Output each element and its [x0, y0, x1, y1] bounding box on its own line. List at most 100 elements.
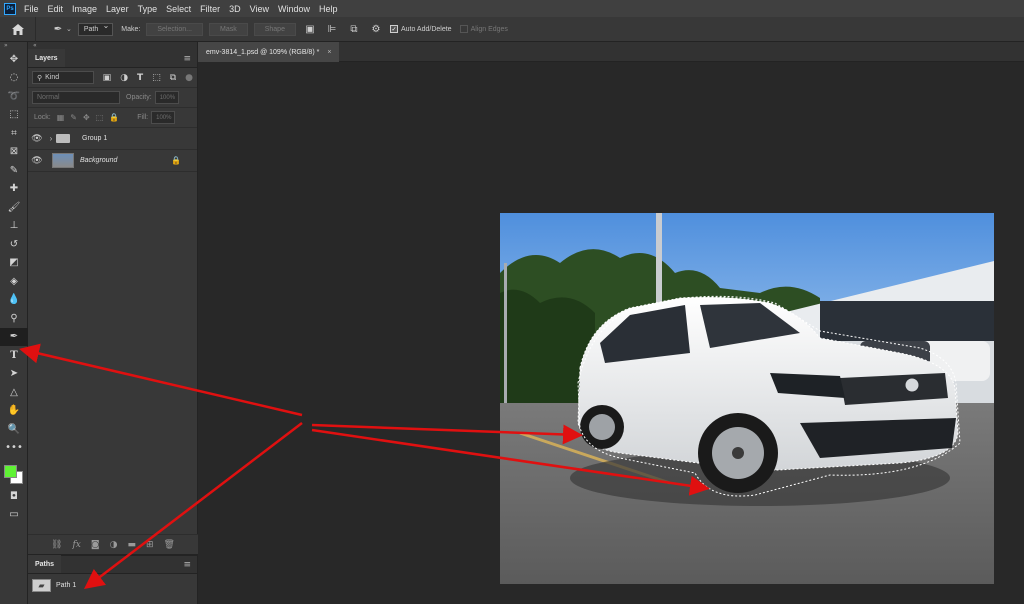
panel-menu-icon[interactable]: ≡ — [183, 54, 191, 64]
path-operations-icon[interactable]: ▣ — [302, 21, 318, 37]
clone-stamp-tool-icon[interactable]: ⊥ — [0, 217, 28, 236]
lock-transparent-icon[interactable]: ▦ — [57, 113, 65, 122]
path-arrangement-icon[interactable]: ⧉ — [346, 21, 362, 37]
gear-icon[interactable]: ⚙ — [368, 21, 384, 37]
make-selection-button[interactable]: Selection... — [146, 22, 203, 36]
layer-effects-icon[interactable]: fx — [72, 540, 80, 550]
visibility-eye-icon[interactable]: 👁 — [28, 155, 46, 166]
crop-tool-icon[interactable]: ⌗ — [0, 124, 28, 143]
object-selection-tool-icon[interactable]: ⬚ — [0, 106, 28, 125]
link-layers-icon[interactable]: ⛓ — [51, 540, 62, 550]
menu-file[interactable]: File — [24, 4, 39, 14]
make-label: Make: — [121, 25, 141, 33]
trash-icon[interactable]: 🗑 — [164, 540, 175, 550]
fill-input[interactable]: 100% — [151, 111, 176, 124]
kind-label: Kind — [45, 74, 60, 81]
healing-brush-tool-icon[interactable]: ✚ — [0, 180, 28, 199]
search-icon: ⚲ — [37, 74, 43, 82]
filter-pixel-icon[interactable]: ▣ — [103, 73, 112, 83]
menu-layer[interactable]: Layer — [106, 4, 129, 14]
blur-tool-icon[interactable]: 💧 — [0, 291, 28, 310]
filter-smart-object-icon[interactable]: ⧉ — [170, 73, 176, 83]
tab-layers[interactable]: Layers — [28, 49, 65, 67]
menu-help[interactable]: Help — [319, 4, 338, 14]
move-tool-icon[interactable]: ✥ — [0, 50, 28, 69]
lasso-tool-icon[interactable]: ➰ — [0, 87, 28, 106]
paths-panel: Paths ≡ ▰ Path 1 — [28, 554, 198, 604]
canvas-area[interactable] — [198, 62, 1024, 604]
marquee-tool-icon[interactable]: ◌ — [0, 69, 28, 88]
menu-view[interactable]: View — [250, 4, 269, 14]
lock-image-icon[interactable]: ✎ — [70, 113, 77, 122]
history-brush-tool-icon[interactable]: ↺ — [0, 235, 28, 254]
layers-panel: « Layers ≡ ⚲ Kind ▣ ◑ T ⬚ ⧉ ● Normal Opa… — [28, 42, 198, 554]
document-tab-title: emv-3814_1.psd @ 109% (RGB/8) * — [206, 48, 320, 56]
pen-tool-icon[interactable]: ✒ — [0, 327, 28, 346]
document-image[interactable] — [500, 213, 994, 584]
brush-tool-icon[interactable]: 🖌 — [0, 198, 28, 217]
make-shape-button[interactable]: Shape — [253, 22, 296, 36]
pen-mode-select[interactable]: Path — [77, 21, 114, 36]
lock-position-icon[interactable]: ✥ — [83, 113, 90, 122]
menu-window[interactable]: Window — [278, 4, 310, 14]
layer-name: Group 1 — [82, 135, 108, 142]
type-tool-icon[interactable]: T — [0, 346, 28, 365]
chevron-right-icon[interactable]: › — [46, 134, 56, 143]
chevron-down-icon[interactable]: ⌄ — [66, 25, 72, 33]
tools-panel: » ✥ ◌ ➰ ⬚ ⌗ ⊠ ✎ ✚ 🖌 ⊥ ↺ ◩ ◈ 💧 ⚲ ✒ T ➤ △ … — [0, 42, 28, 604]
blend-row: Normal Opacity: 100% — [28, 88, 197, 108]
layer-row-background[interactable]: 👁 Background 🔒 — [28, 150, 197, 172]
pen-tool-preset-icon[interactable]: ✒ — [50, 21, 66, 37]
auto-add-delete-checkbox[interactable]: ✓ — [389, 25, 398, 33]
document-tab-bar: emv-3814_1.psd @ 109% (RGB/8) * × — [198, 42, 1024, 62]
path-thumbnail-icon: ▰ — [32, 578, 51, 592]
align-edges-checkbox[interactable] — [459, 25, 468, 33]
hand-tool-icon[interactable]: ✋ — [0, 402, 28, 421]
adjustment-layer-icon[interactable]: ◑ — [110, 540, 118, 550]
path-alignment-icon[interactable]: ⊫ — [324, 21, 340, 37]
path-row[interactable]: ▰ Path 1 — [28, 574, 197, 596]
screen-mode-icon[interactable]: ▭ — [0, 506, 28, 525]
close-icon[interactable]: × — [327, 49, 331, 56]
frame-tool-icon[interactable]: ⊠ — [0, 143, 28, 162]
color-swatches[interactable] — [0, 457, 28, 487]
menu-image[interactable]: Image — [72, 4, 97, 14]
layer-row-group[interactable]: 👁 › Group 1 — [28, 128, 197, 150]
blend-mode-select[interactable]: Normal — [32, 91, 120, 104]
filter-toggle-icon[interactable]: ● — [185, 73, 193, 83]
auto-add-delete-label: Auto Add/Delete — [400, 25, 452, 33]
zoom-tool-icon[interactable]: 🔍 — [0, 420, 28, 439]
toolbar-collapse-icon[interactable]: » — [0, 42, 27, 50]
path-selection-tool-icon[interactable]: ➤ — [0, 365, 28, 384]
filter-adjustment-icon[interactable]: ◑ — [120, 73, 128, 83]
menu-type[interactable]: Type — [138, 4, 158, 14]
filter-type-icon[interactable]: T — [137, 73, 143, 83]
panel-menu-icon[interactable]: ≡ — [183, 560, 191, 570]
lock-all-icon[interactable]: 🔒 — [109, 113, 119, 122]
shape-tool-icon[interactable]: △ — [0, 383, 28, 402]
menu-select[interactable]: Select — [166, 4, 191, 14]
lock-artboard-icon[interactable]: ⬚ — [96, 113, 104, 122]
new-group-icon[interactable]: ▬ — [127, 540, 136, 550]
make-mask-button[interactable]: Mask — [208, 22, 248, 36]
menu-edit[interactable]: Edit — [48, 4, 64, 14]
document-tab[interactable]: emv-3814_1.psd @ 109% (RGB/8) * × — [198, 42, 340, 62]
new-layer-icon[interactable]: ⊞ — [146, 540, 154, 550]
visibility-eye-icon[interactable]: 👁 — [28, 133, 46, 144]
add-mask-icon[interactable]: ◙ — [91, 540, 100, 550]
more-tools-icon[interactable]: ••• — [0, 439, 28, 458]
eraser-tool-icon[interactable]: ◩ — [0, 254, 28, 273]
menu-3d[interactable]: 3D — [229, 4, 241, 14]
paint-bucket-tool-icon[interactable]: ◈ — [0, 272, 28, 291]
foreground-color-swatch[interactable] — [4, 465, 17, 478]
quick-mask-icon[interactable]: ◘ — [0, 487, 28, 506]
eyedropper-tool-icon[interactable]: ✎ — [0, 161, 28, 180]
layer-filter-kind-select[interactable]: ⚲ Kind — [32, 71, 94, 84]
dodge-tool-icon[interactable]: ⚲ — [0, 309, 28, 328]
home-button[interactable] — [0, 16, 36, 42]
opacity-input[interactable]: 100% — [154, 91, 179, 104]
filter-shape-icon[interactable]: ⬚ — [152, 73, 161, 83]
path-name: Path 1 — [56, 581, 77, 589]
tab-paths[interactable]: Paths — [28, 555, 62, 573]
menu-filter[interactable]: Filter — [200, 4, 220, 14]
